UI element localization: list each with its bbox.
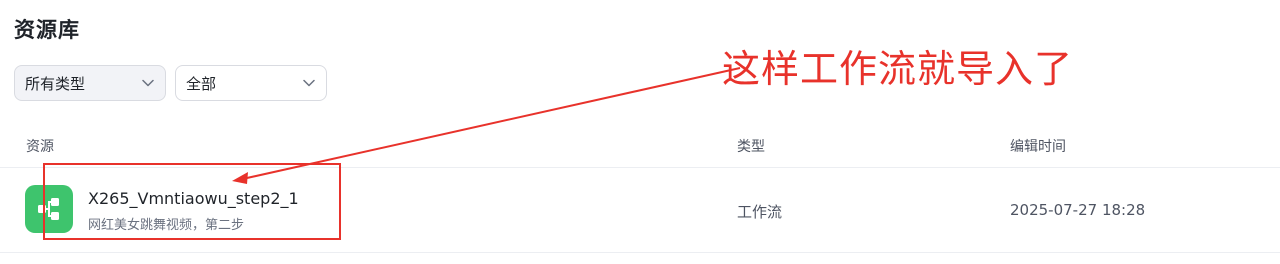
annotation-text: 这样工作流就导入了 <box>722 47 1074 91</box>
table-header: 资源 类型 编辑时间 <box>0 126 1280 168</box>
column-header-resource: 资源 <box>26 139 54 155</box>
type-filter-value: 所有类型 <box>25 74 86 93</box>
scope-filter-value: 全部 <box>186 74 217 93</box>
page-title: 资源库 <box>14 18 80 42</box>
scope-filter-select[interactable]: 全部 <box>175 65 327 101</box>
type-filter-select[interactable]: 所有类型 <box>14 65 166 101</box>
resource-type: 工作流 <box>737 203 783 221</box>
resource-edit-time: 2025-07-27 18:28 <box>1010 201 1146 219</box>
resource-library-page: 资源库 所有类型 全部 资源 类型 编辑时间 X265_Vmntiaowu_st… <box>0 0 1280 264</box>
chevron-down-icon <box>141 76 155 90</box>
annotation-highlight-box <box>43 163 341 240</box>
column-header-edit-time: 编辑时间 <box>1010 139 1066 155</box>
chevron-down-icon <box>302 76 316 90</box>
column-header-type: 类型 <box>737 139 765 155</box>
